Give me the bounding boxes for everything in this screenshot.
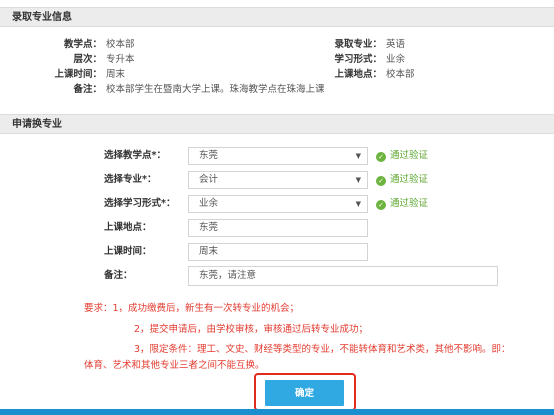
class-time-label: 上课时间：: [54, 69, 102, 80]
major-select[interactable]: 会计 ▼: [188, 171, 368, 189]
chevron-down-icon: ▼: [355, 176, 361, 184]
level-value: 专升本: [106, 54, 135, 65]
note-label: 备注：: [104, 270, 133, 281]
admission-section-header: 录取专业信息: [0, 7, 554, 27]
check-circle-icon: ✓: [376, 152, 386, 162]
study-mode-valid-text: 通过验证: [390, 198, 429, 209]
chevron-down-icon: ▼: [355, 152, 361, 160]
major-select-value: 会计: [199, 174, 219, 185]
admitted-major-label: 录取专业：: [334, 39, 382, 50]
footer-bar: [0, 409, 554, 415]
chevron-down-icon: ▼: [355, 200, 361, 208]
campus-select-value: 东莞: [199, 150, 219, 161]
study-mode-label: 学习形式：: [334, 54, 382, 65]
time-input[interactable]: 周末: [188, 243, 368, 261]
campus-valid-status: ✓ 通过验证: [376, 147, 428, 165]
notice-line-3: 3，限定条件：理工、文史、财经等类型的专业，不能转体育和艺术类，其他不影响。即：: [134, 344, 511, 355]
time-label: 上课时间：: [104, 246, 152, 257]
major-label: 选择专业*：: [104, 174, 157, 185]
remark-value: 校本部学生在暨南大学上课。珠海教学点在珠海上课: [106, 84, 325, 95]
teaching-point-label: 教学点：: [63, 39, 102, 50]
teaching-point-value: 校本部: [106, 39, 135, 50]
class-location-label: 上课地点：: [334, 69, 382, 80]
notice-line-4: 体育、艺术和其他专业三者之间不能互换。: [84, 360, 265, 371]
highlight-frame: [254, 373, 356, 411]
campus-label: 选择教学点*：: [104, 150, 166, 161]
admitted-major-value: 英语: [386, 39, 406, 50]
major-valid-status: ✓ 通过验证: [376, 171, 428, 189]
study-mode-select-label: 选择学习形式*：: [104, 198, 176, 209]
notice-line-2: 2，提交申请后，由学校审核，审核通过后转专业成功；: [134, 324, 369, 335]
study-mode-select[interactable]: 业余 ▼: [188, 195, 368, 213]
location-label: 上课地点：: [104, 222, 152, 233]
check-circle-icon: ✓: [376, 176, 386, 186]
notice-line-1: 要求：1，成功缴费后，新生有一次转专业的机会；: [84, 303, 300, 314]
study-mode-select-value: 业余: [199, 198, 219, 209]
location-input[interactable]: 东莞: [188, 219, 368, 237]
campus-select[interactable]: 东莞 ▼: [188, 147, 368, 165]
transfer-section-header: 申请换专业: [0, 114, 554, 134]
class-time-value: 周末: [106, 69, 126, 80]
level-label: 层次：: [73, 54, 102, 65]
study-mode-valid-status: ✓ 通过验证: [376, 195, 428, 213]
check-circle-icon: ✓: [376, 200, 386, 210]
note-input[interactable]: 东莞，请注意: [188, 266, 498, 286]
campus-valid-text: 通过验证: [390, 150, 429, 161]
major-valid-text: 通过验证: [390, 174, 429, 185]
study-mode-value: 业余: [386, 54, 406, 65]
class-location-value: 校本部: [386, 69, 415, 80]
remark-label: 备注：: [73, 84, 102, 95]
